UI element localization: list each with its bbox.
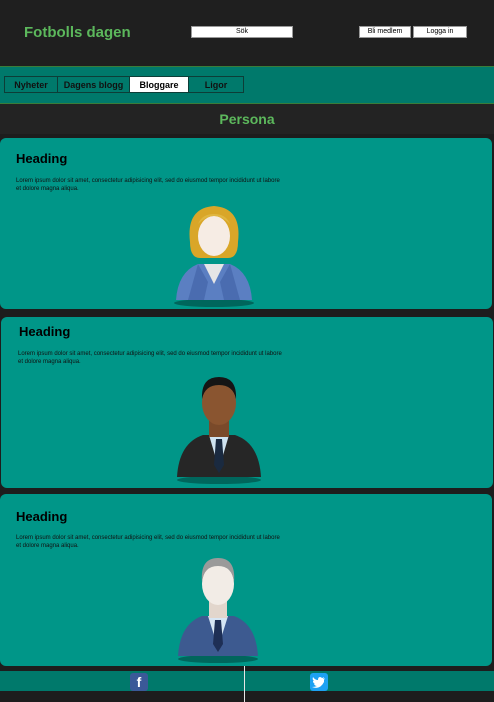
persona-heading: Heading [16, 509, 68, 524]
site-title: Fotbolls dagen [24, 24, 131, 41]
section-title: Persona [219, 111, 275, 127]
businessman-dark-icon [177, 377, 261, 484]
search-input[interactable]: Sök [191, 26, 293, 38]
persona-text: Lorem ipsum dolor sit amet, consectetur … [18, 351, 282, 365]
section-header: Persona [0, 104, 494, 134]
tab-nyheter[interactable]: Nyheter [4, 76, 58, 93]
tab-bloggare[interactable]: Bloggare [130, 76, 189, 93]
persona-card: Heading Lorem ipsum dolor sit amet, cons… [0, 138, 492, 309]
site-header: Fotbolls dagen Sök Bli medlem Logga in [0, 0, 494, 67]
main-nav: Nyheter Dagens blogg Bloggare Ligor [0, 67, 494, 104]
become-member-button[interactable]: Bli medlem [359, 26, 411, 38]
footer [0, 671, 494, 691]
persona-heading: Heading [19, 324, 71, 339]
tab-dagens-blogg[interactable]: Dagens blogg [58, 76, 130, 93]
login-button[interactable]: Logga in [413, 26, 467, 38]
footer-divider [244, 666, 245, 702]
businessman-grey-icon [178, 558, 258, 663]
persona-text: Lorem ipsum dolor sit amet, consectetur … [16, 535, 280, 549]
facebook-icon[interactable]: f [130, 673, 148, 691]
persona-text: Lorem ipsum dolor sit amet, consectetur … [16, 178, 280, 192]
businesswoman-icon [174, 206, 254, 307]
twitter-icon[interactable] [310, 673, 328, 691]
persona-card: Heading Lorem ipsum dolor sit amet, cons… [0, 494, 492, 666]
tab-ligor[interactable]: Ligor [189, 76, 244, 93]
footer-strip [0, 691, 494, 702]
persona-card: Heading Lorem ipsum dolor sit amet, cons… [1, 317, 493, 488]
persona-heading: Heading [16, 151, 68, 166]
